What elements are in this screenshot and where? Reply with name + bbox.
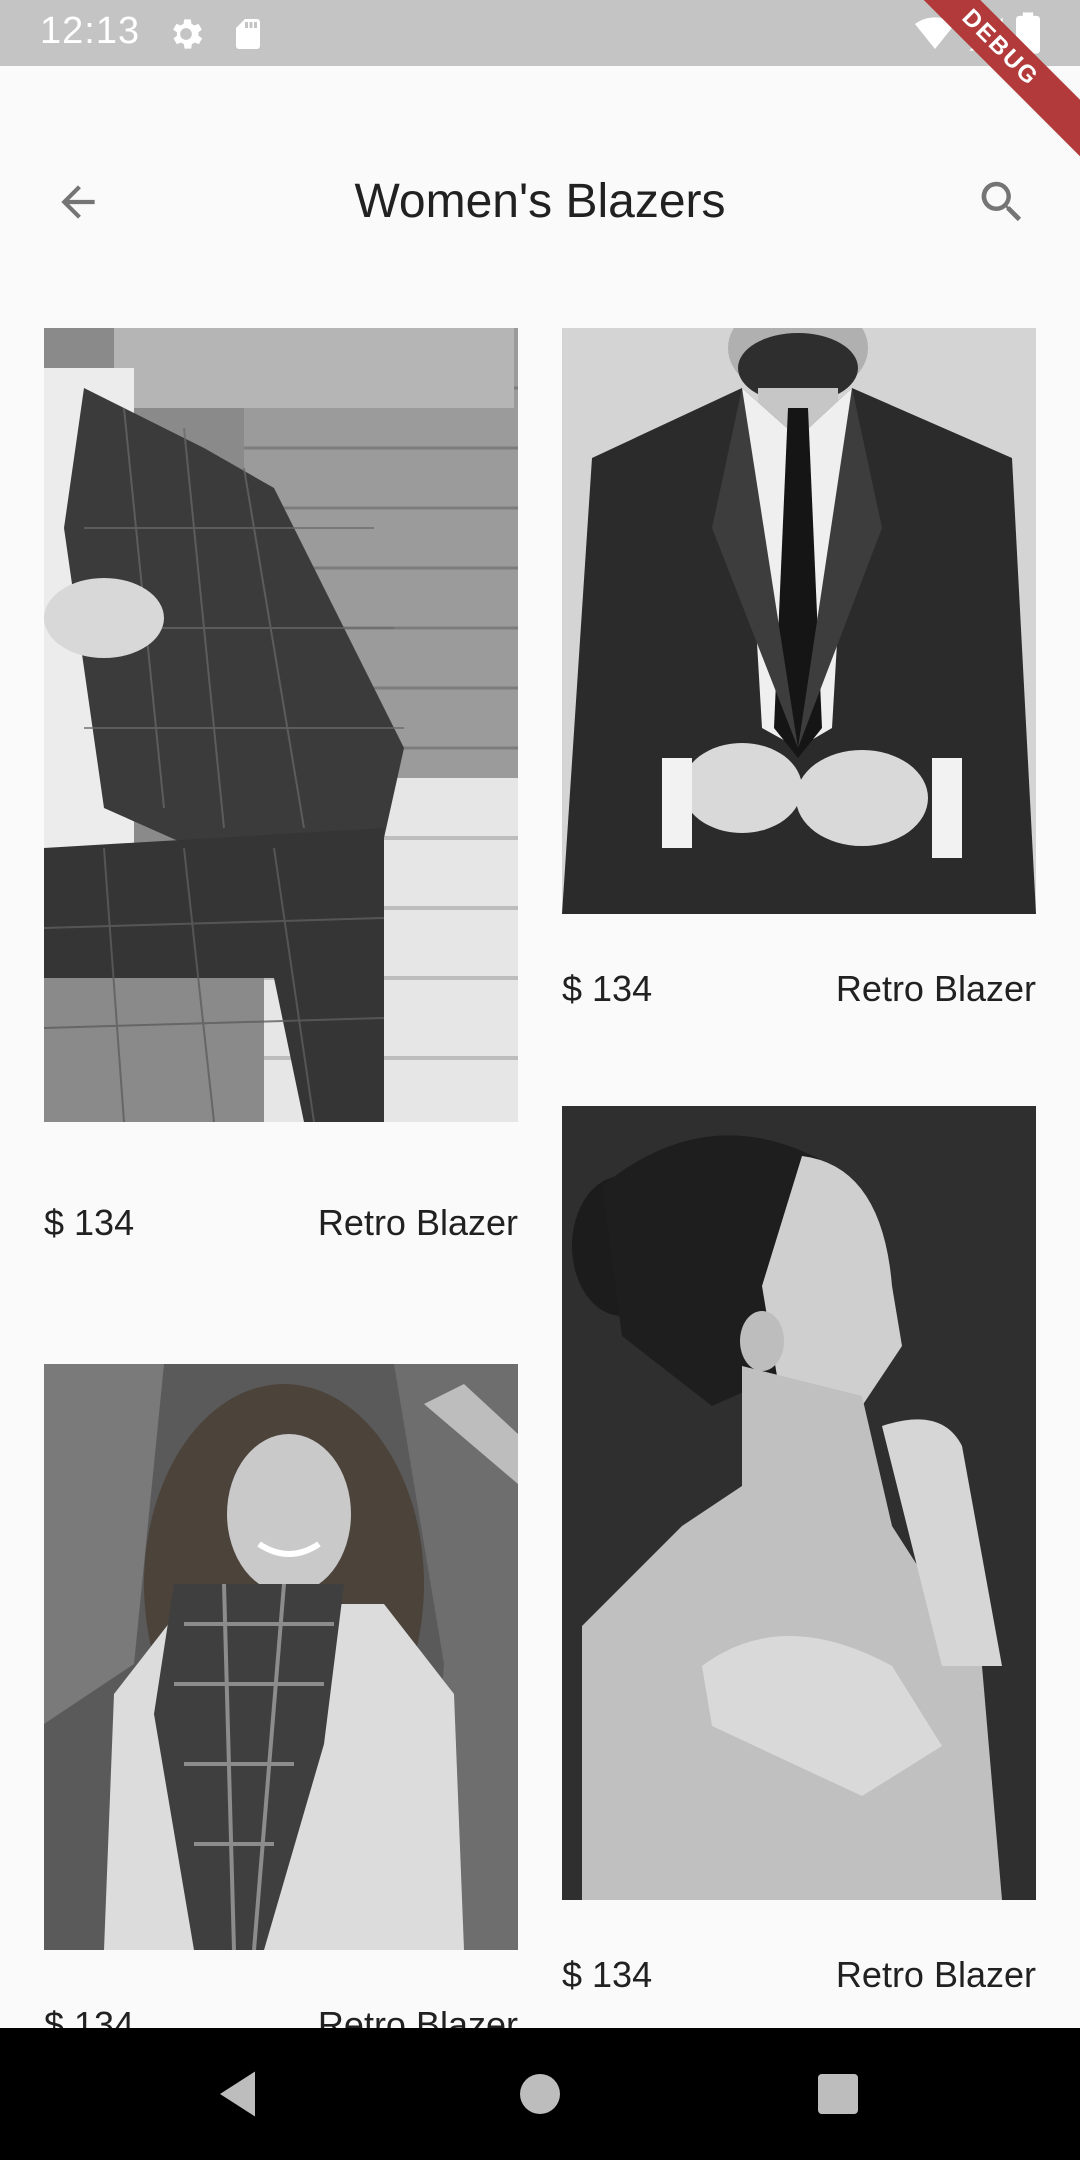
product-price: $ 134 bbox=[562, 968, 653, 1009]
nav-recents-button[interactable] bbox=[808, 2064, 868, 2124]
product-card[interactable]: $ 134 Retro Blazer bbox=[562, 328, 1036, 1014]
product-card[interactable]: $ 134 Retro Blazer bbox=[44, 1364, 518, 2050]
status-bar: 12:13 DEBUG bbox=[0, 0, 1080, 169]
product-name: Retro Blazer bbox=[835, 968, 1036, 1009]
product-image[interactable] bbox=[562, 328, 1036, 914]
nav-back-button[interactable] bbox=[210, 2064, 270, 2124]
app-bar: Women's Blazers bbox=[0, 66, 1080, 330]
sd-card-icon bbox=[230, 14, 266, 59]
gear-icon bbox=[166, 14, 206, 59]
product-card[interactable]: $ 134 Retro Blazer bbox=[562, 1106, 1036, 2000]
product-name: Retro Blazer bbox=[835, 1954, 1036, 1995]
status-time: 12:13 bbox=[40, 10, 141, 52]
product-price: $ 134 bbox=[44, 1202, 135, 1243]
page-title: Women's Blazers bbox=[354, 175, 726, 228]
product-card[interactable]: $ 134 Retro Blazer bbox=[44, 328, 518, 1248]
product-image[interactable] bbox=[562, 1106, 1036, 1900]
search-button[interactable] bbox=[970, 170, 1034, 234]
product-meta: $ 134 Retro Blazer bbox=[44, 1198, 518, 1248]
product-image[interactable] bbox=[44, 328, 518, 1122]
nav-home-button[interactable] bbox=[510, 2064, 570, 2124]
product-meta: $ 134 Retro Blazer bbox=[562, 1950, 1036, 2000]
product-price: $ 134 bbox=[562, 1954, 653, 1995]
home-circle-icon bbox=[520, 2074, 560, 2114]
system-nav-bar bbox=[0, 2028, 1080, 2160]
product-image[interactable] bbox=[44, 1364, 518, 1950]
product-meta: $ 134 Retro Blazer bbox=[562, 964, 1036, 1014]
search-icon bbox=[981, 181, 1022, 222]
recents-square-icon bbox=[818, 2074, 858, 2114]
back-triangle-icon bbox=[220, 2071, 255, 2117]
product-name: Retro Blazer bbox=[317, 1202, 518, 1243]
